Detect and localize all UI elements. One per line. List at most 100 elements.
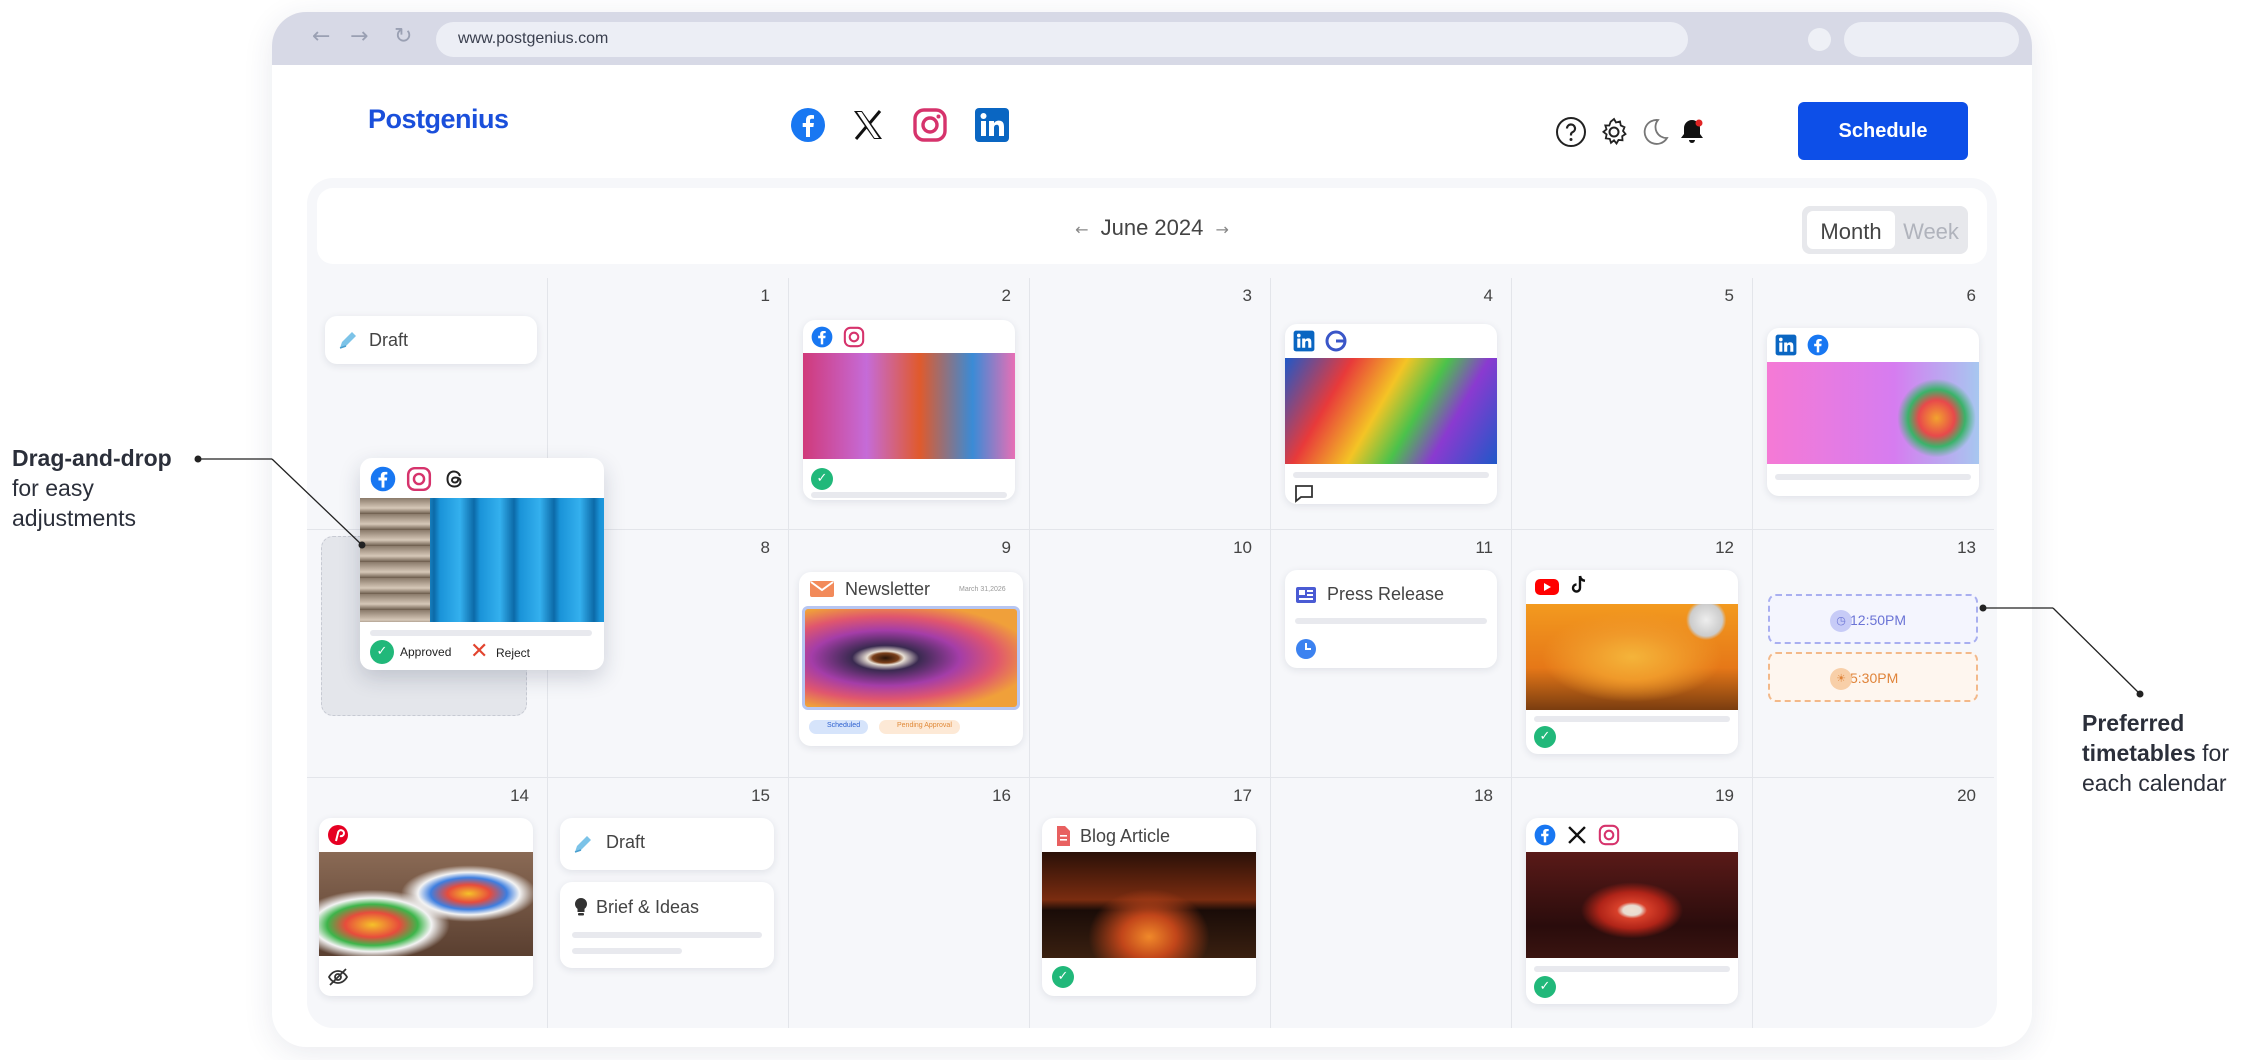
day-cell-3[interactable]: 3 <box>1030 278 1271 530</box>
forward-icon[interactable]: → <box>350 24 368 49</box>
day-cell-11[interactable]: 11 Press Release <box>1271 530 1512 778</box>
time-slot-1-label: 12:50PM <box>1850 612 1907 628</box>
post-image <box>1285 358 1497 464</box>
calendar-toolbar: ← June 2024 → Month Week <box>317 188 1987 264</box>
post-image <box>803 353 1015 459</box>
press-release-card[interactable]: Press Release <box>1285 570 1497 668</box>
browser-profile-pill[interactable] <box>1844 22 2019 57</box>
browser-toolbar: ← → ↻ www.postgenius.com <box>272 12 2032 65</box>
help-icon[interactable] <box>1555 116 1587 148</box>
sun-icon: ☀ <box>1830 668 1852 690</box>
view-week-tab[interactable]: Week <box>1898 211 1964 249</box>
day-number: 12 <box>1715 538 1734 557</box>
instagram-icon <box>843 326 865 348</box>
draft-card[interactable]: Draft <box>325 316 537 364</box>
lightbulb-icon <box>574 897 588 916</box>
day-number: 1 <box>760 286 770 305</box>
instagram-icon[interactable] <box>912 107 948 143</box>
day-number: 19 <box>1715 786 1734 805</box>
moon-icon[interactable] <box>1638 116 1670 148</box>
approve-label[interactable]: Approved <box>400 645 451 659</box>
time-slot-2[interactable]: ☀ 5:30PM <box>1768 652 1978 702</box>
post-card[interactable]: ✓ <box>803 320 1015 500</box>
x-icon <box>1568 826 1586 844</box>
time-slot-2-label: 5:30PM <box>1850 670 1899 686</box>
scheduled-label: Scheduled <box>827 722 861 729</box>
time-slot-1[interactable]: ◷ 12:50PM <box>1768 594 1978 644</box>
blog-article-card[interactable]: Blog Article ✓ <box>1042 818 1256 996</box>
post-image <box>319 852 533 956</box>
newsletter-label: Newsletter <box>845 579 931 599</box>
day-number: 6 <box>1966 286 1976 305</box>
day-cell-5[interactable]: 5 <box>1512 278 1753 530</box>
day-cell-20[interactable]: 20 <box>1753 778 1994 1028</box>
day-cell-6[interactable]: 6 <box>1753 278 1994 530</box>
day-number: 8 <box>760 538 770 557</box>
day-cell-15[interactable]: 15 Draft Brief & Ideas <box>548 778 789 1028</box>
reload-icon[interactable]: ↻ <box>394 24 412 49</box>
day-cell-17[interactable]: 17 Blog Article ✓ <box>1030 778 1271 1028</box>
day-cell-10[interactable]: 10 <box>1030 530 1271 778</box>
day-cell-19[interactable]: 19 ✓ <box>1512 778 1753 1028</box>
day-number: 18 <box>1474 786 1493 805</box>
day-cell-18[interactable]: 18 <box>1271 778 1512 1028</box>
gear-icon[interactable] <box>1598 116 1630 148</box>
pending-label: Pending Approval <box>897 722 952 729</box>
next-month-icon[interactable]: → <box>1216 220 1229 239</box>
post-card[interactable] <box>1285 324 1497 504</box>
text-placeholder <box>1293 472 1489 478</box>
hidden-eye-icon <box>327 968 349 986</box>
preferred-sub-2: each calendar <box>2082 770 2227 796</box>
dragged-post-card[interactable]: ✓ Approved ✕ Reject <box>360 458 604 670</box>
draft-card[interactable]: Draft <box>560 818 774 870</box>
reject-label[interactable]: Reject <box>496 646 530 660</box>
linkedin-icon[interactable] <box>974 107 1010 143</box>
linkedin-icon <box>1775 334 1797 356</box>
text-placeholder <box>811 492 1007 498</box>
post-card[interactable] <box>1767 328 1979 496</box>
drag-drop-sub-1: for easy <box>12 475 94 501</box>
approved-check-icon: ✓ <box>811 468 833 490</box>
day-cell-2[interactable]: 2 ✓ <box>789 278 1030 530</box>
post-card[interactable]: ✓ <box>1526 570 1738 754</box>
newsletter-card[interactable]: Newsletter March 31,2026 Scheduled Pendi… <box>799 572 1023 746</box>
prev-month-icon[interactable]: ← <box>1075 220 1088 239</box>
post-image <box>1767 362 1979 464</box>
preferred-sub-1: for <box>2195 740 2229 766</box>
day-cell-13[interactable]: 13 ◷ 12:50PM ☀ 5:30PM <box>1753 530 1994 778</box>
reject-icon[interactable]: ✕ <box>470 639 488 664</box>
browser-extension-icon[interactable] <box>1808 28 1831 51</box>
schedule-button[interactable]: Schedule <box>1798 102 1968 160</box>
day-cell-16[interactable]: 16 <box>789 778 1030 1028</box>
bell-icon[interactable] <box>1676 116 1708 148</box>
day-number: 9 <box>1001 538 1011 557</box>
address-bar[interactable]: www.postgenius.com <box>436 22 1688 57</box>
x-icon[interactable] <box>850 107 886 143</box>
clock-icon <box>1296 639 1316 659</box>
view-month-tab[interactable]: Month <box>1807 211 1895 249</box>
comment-icon <box>1295 485 1313 503</box>
scheduled-badge: Scheduled <box>809 720 869 734</box>
instagram-icon <box>406 466 432 492</box>
back-icon[interactable]: ← <box>312 24 330 49</box>
post-card[interactable]: ✓ <box>1526 818 1738 1004</box>
app-logo[interactable]: Postgenius <box>368 104 509 135</box>
approve-icon[interactable]: ✓ <box>370 640 394 664</box>
calendar: ← June 2024 → Month Week Draft 1 2 ✓ 3 4… <box>307 178 1997 1028</box>
pen-icon <box>574 836 591 853</box>
day-cell-12[interactable]: 12 ✓ <box>1512 530 1753 778</box>
text-placeholder <box>572 932 762 938</box>
day-cell-14[interactable]: 14 <box>307 778 548 1028</box>
brief-ideas-card[interactable]: Brief & Ideas <box>560 882 774 968</box>
day-number: 14 <box>510 786 529 805</box>
pinterest-icon <box>328 825 348 845</box>
day-cell-4[interactable]: 4 <box>1271 278 1512 530</box>
approved-check-icon: ✓ <box>1052 966 1074 988</box>
day-cell-9[interactable]: 9 Newsletter March 31,2026 Scheduled Pen… <box>789 530 1030 778</box>
day-number: 11 <box>1475 538 1493 557</box>
post-image <box>1042 852 1256 958</box>
view-toggle: Month Week <box>1802 206 1968 254</box>
post-card[interactable] <box>319 818 533 996</box>
day-number: 15 <box>751 786 770 805</box>
facebook-icon[interactable] <box>790 107 826 143</box>
